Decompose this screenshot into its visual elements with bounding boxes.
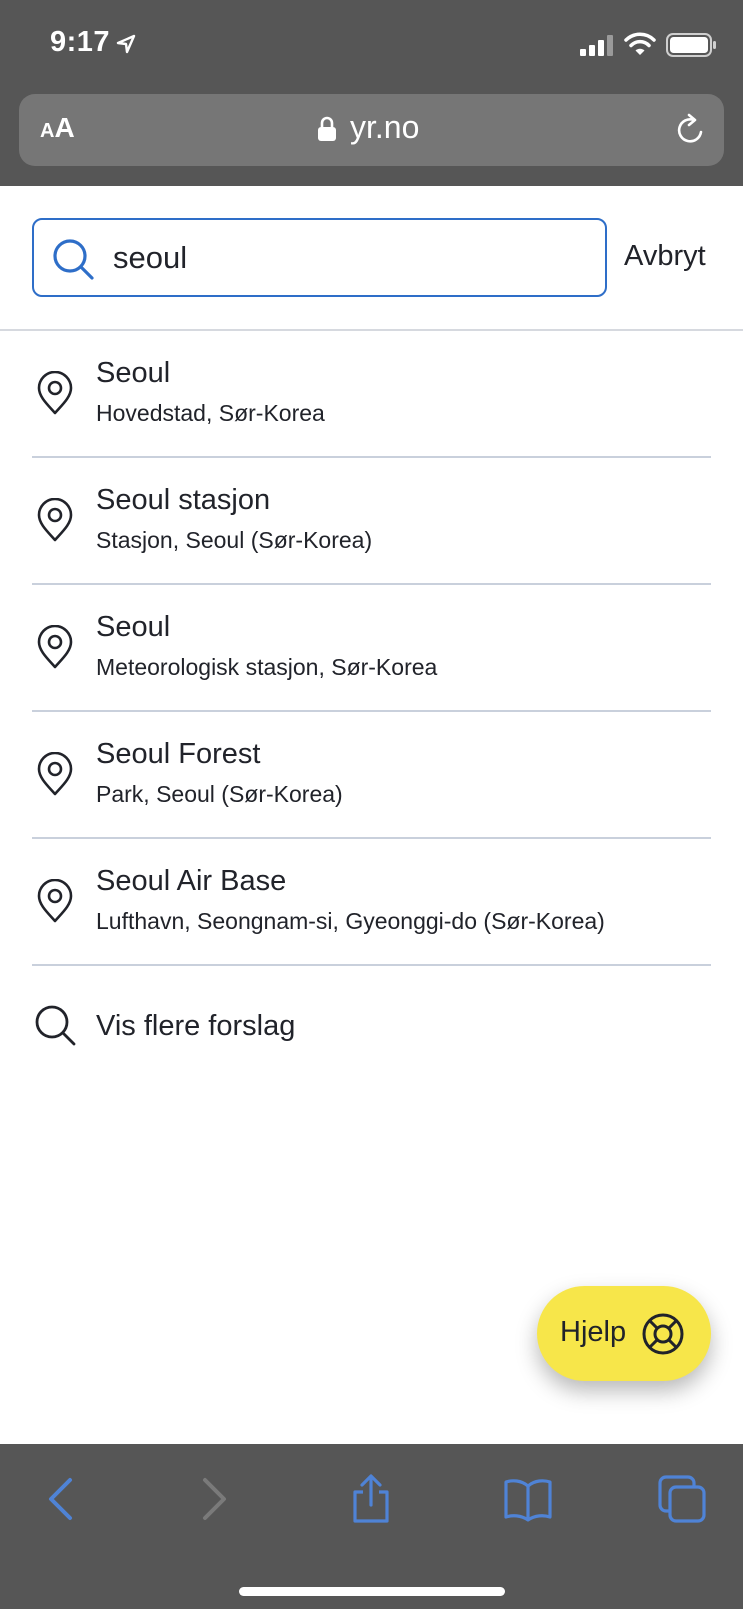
search-icon: [53, 239, 94, 280]
url-text[interactable]: yr.no: [350, 109, 419, 146]
status-time: 9:17: [50, 26, 111, 58]
search-result-item[interactable]: Seoul Forest Park, Seoul (Sør-Korea): [0, 712, 743, 839]
help-label: Hjelp: [560, 1316, 627, 1348]
result-title: Seoul Air Base: [96, 865, 287, 897]
address-bar[interactable]: AA yr.no: [19, 94, 724, 166]
result-title: Seoul Forest: [96, 738, 261, 770]
location-pin-icon: [37, 371, 73, 415]
battery-icon: [666, 33, 716, 57]
result-title: Seoul: [96, 357, 171, 389]
result-title: Seoul stasjon: [96, 484, 271, 516]
location-pin-icon: [37, 625, 73, 669]
browser-bottom-toolbar: [0, 1444, 743, 1609]
home-indicator: [239, 1587, 505, 1596]
location-pin-icon: [37, 752, 73, 796]
result-title: Seoul: [96, 611, 171, 643]
result-subtitle: Hovedstad, Sør-Korea: [96, 400, 325, 426]
search-result-item[interactable]: Seoul Meteorologisk stasjon, Sør-Korea: [0, 585, 743, 712]
tabs-icon[interactable]: [657, 1474, 707, 1524]
result-subtitle: Stasjon, Seoul (Sør-Korea): [96, 527, 373, 553]
wifi-icon: [624, 32, 656, 55]
back-icon[interactable]: [36, 1474, 86, 1524]
result-subtitle: Lufthavn, Seongnam-si, Gyeonggi-do (Sør-…: [96, 908, 605, 934]
browser-top-chrome: 9:17 AA yr.no: [0, 0, 743, 186]
cellular-signal-icon: [580, 35, 613, 56]
search-result-item[interactable]: Seoul Hovedstad, Sør-Korea: [0, 331, 743, 458]
share-icon[interactable]: [346, 1474, 396, 1524]
search-input[interactable]: [113, 236, 583, 280]
reload-icon[interactable]: [673, 112, 709, 148]
text-size-button[interactable]: AA: [40, 112, 75, 144]
forward-icon[interactable]: [189, 1474, 239, 1524]
cancel-button[interactable]: Avbryt: [624, 240, 706, 273]
search-field[interactable]: [32, 218, 607, 297]
help-button[interactable]: Hjelp: [537, 1286, 711, 1381]
search-icon: [35, 1005, 76, 1046]
location-arrow-icon: [116, 34, 136, 54]
location-pin-icon: [37, 879, 73, 923]
location-pin-icon: [37, 498, 73, 542]
result-subtitle: Meteorologisk stasjon, Sør-Korea: [96, 654, 438, 680]
lock-icon: [318, 116, 336, 141]
search-result-item[interactable]: Seoul stasjon Stasjon, Seoul (Sør-Korea): [0, 458, 743, 585]
search-results-list: Seoul Hovedstad, Sør-Korea Seoul stasjon…: [0, 331, 743, 966]
lifebuoy-icon: [642, 1313, 684, 1355]
show-more-suggestions-button[interactable]: Vis flere forslag: [0, 966, 743, 1056]
bookmarks-icon[interactable]: [503, 1474, 553, 1524]
show-more-suggestions-label: Vis flere forslag: [96, 1010, 296, 1042]
result-subtitle: Park, Seoul (Sør-Korea): [96, 781, 343, 807]
search-result-item[interactable]: Seoul Air Base Lufthavn, Seongnam-si, Gy…: [0, 839, 743, 966]
